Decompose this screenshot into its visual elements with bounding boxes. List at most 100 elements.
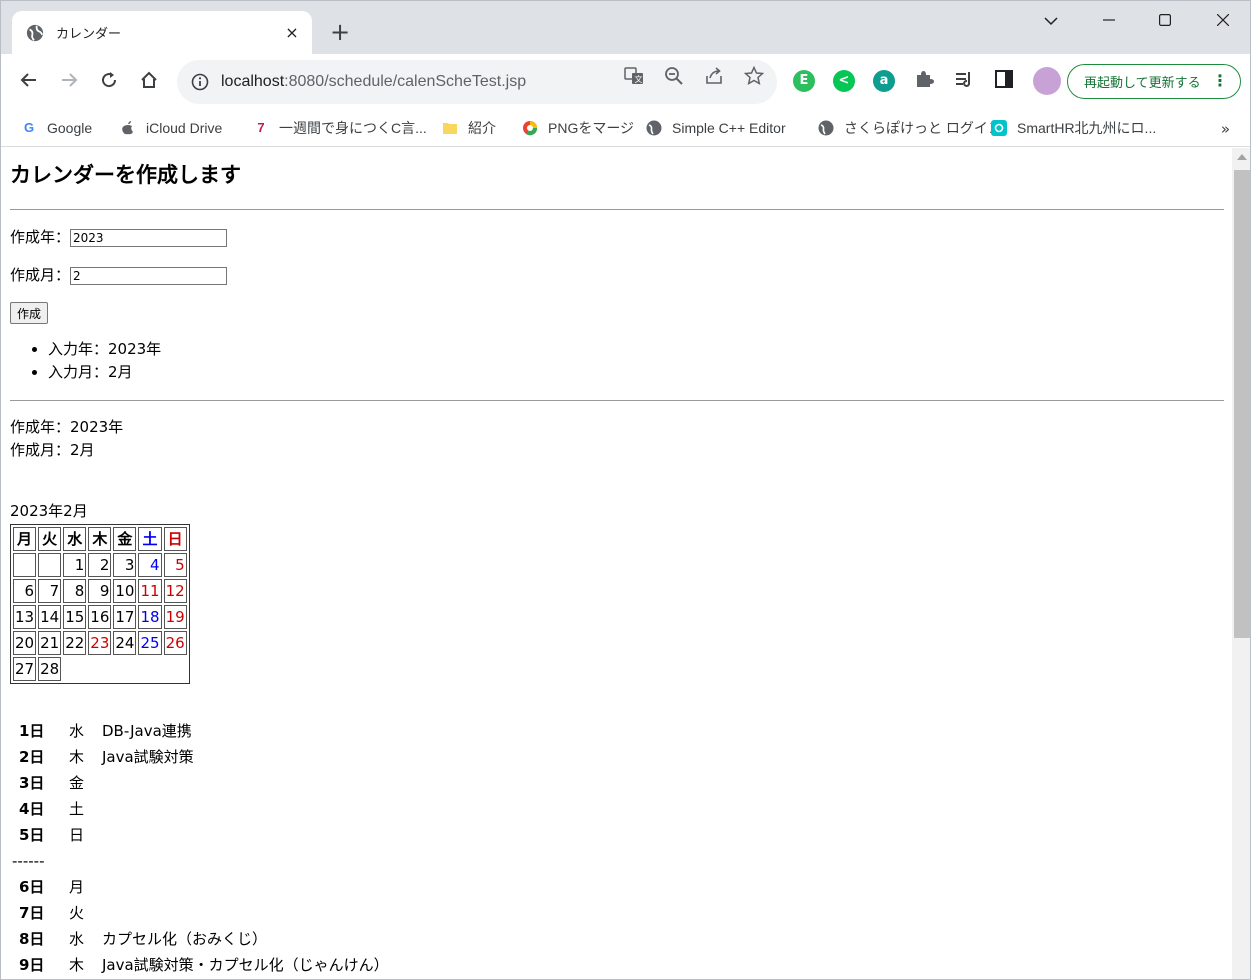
created-year: 作成年：2023年: [10, 418, 124, 436]
schedule-weekday: 木: [69, 748, 85, 766]
profile-avatar[interactable]: [1033, 67, 1061, 95]
reload-icon[interactable]: [95, 68, 123, 96]
a-extension-icon[interactable]: a: [873, 70, 895, 92]
schedule-text: カプセル化（おみくじ）: [102, 930, 268, 948]
year-row: 作成年：: [10, 227, 228, 247]
divider: [10, 209, 1224, 210]
year-input[interactable]: [70, 228, 228, 247]
calendar-day-cell: 27: [13, 657, 37, 681]
restart-update-button[interactable]: 再起動して更新する ⋮: [1067, 64, 1241, 99]
month-label: 作成月：: [10, 266, 71, 284]
close-tab-icon[interactable]: ×: [282, 23, 302, 42]
new-tab-button[interactable]: +: [327, 19, 353, 45]
site-info-icon[interactable]: [191, 73, 209, 91]
tab-search-icon[interactable]: [1031, 7, 1071, 35]
bookmark-smarthr[interactable]: SmartHR北九州にロ...: [991, 116, 1156, 140]
calendar-week-row: 20 21 22 23 24 25 26: [13, 631, 187, 655]
calendar-table: 月 火 水 木 金 土 日 1 2 3 4 5 6 7 8 9 10 11 12 13 14 15 16 17 1…: [10, 524, 190, 684]
schedule-weekday: 土: [69, 800, 85, 818]
bookmark-icloud[interactable]: iCloud Drive: [120, 116, 222, 140]
share-icon[interactable]: [703, 66, 725, 88]
window-close-icon[interactable]: [1203, 7, 1243, 35]
globe-icon: [26, 24, 44, 41]
evernote-extension-icon[interactable]: E: [793, 70, 815, 92]
calendar-day-cell: [113, 657, 136, 681]
schedule-day: 2日: [19, 748, 45, 766]
schedule-weekday: 金: [69, 774, 85, 792]
calendar-day-cell: 6: [13, 579, 37, 603]
bookmark-simple-cpp[interactable]: Simple C++ Editor: [646, 116, 786, 140]
calendar-day-cell: 5: [163, 553, 187, 577]
page-scrollbar[interactable]: [1232, 148, 1250, 979]
calendar-header-row: 月 火 水 木 金 土 日: [13, 527, 187, 551]
month-input[interactable]: [70, 266, 228, 285]
schedule-weekday: 水: [69, 930, 85, 948]
bookmark-star-icon[interactable]: [743, 65, 765, 88]
calendar-day-cell: 21: [38, 631, 62, 655]
bookmark-google[interactable]: G Google: [21, 116, 92, 140]
svg-text:文: 文: [635, 74, 643, 84]
create-button[interactable]: 作成: [10, 302, 49, 324]
translate-icon[interactable]: 文: [623, 66, 645, 88]
back-icon[interactable]: [15, 68, 43, 96]
scrollbar-thumb[interactable]: [1234, 170, 1250, 638]
calendar-day-cell: [164, 657, 187, 681]
bookmark-c-lang[interactable]: 7 一週間で身につくC言...: [253, 116, 426, 140]
schedule-text: Java試験対策・カプセル化（じゃんけん）: [102, 956, 389, 974]
schedule-weekday: 火: [69, 904, 85, 922]
schedule-day: 3日: [19, 774, 45, 792]
extensions-puzzle-icon[interactable]: [913, 69, 935, 91]
bookmark-folder-intro[interactable]: 紹介: [442, 116, 496, 140]
calendar-day-cell: 18: [138, 605, 162, 629]
calendar-day-cell: 13: [13, 605, 37, 629]
header-wed: 水: [63, 527, 87, 551]
bookmark-sakura[interactable]: さくらぽけっと ログイン: [818, 116, 1002, 140]
calendar-day-cell: 2: [88, 553, 112, 577]
forward-icon[interactable]: [55, 68, 83, 96]
schedule-day: 6日: [19, 878, 45, 896]
month-row: 作成月：: [10, 265, 228, 285]
smarthr-icon: [991, 120, 1007, 136]
calendar-day-cell: 15: [63, 605, 87, 629]
bookmarks-overflow-icon[interactable]: »: [1221, 120, 1230, 138]
schedule-weekday: 月: [69, 878, 85, 896]
input-month-item: 入力月：2月: [48, 361, 161, 384]
schedule-weekday: 水: [69, 722, 85, 740]
scroll-up-icon[interactable]: [1237, 154, 1247, 160]
schedule-day: 9日: [19, 956, 45, 974]
calendar-day-cell: 9: [88, 579, 112, 603]
menu-dots-icon[interactable]: ⋮: [1212, 71, 1228, 90]
calendar-day-cell: 3: [113, 553, 137, 577]
header-tue: 火: [38, 527, 62, 551]
header-sat: 土: [138, 527, 162, 551]
reading-list-icon[interactable]: [953, 69, 975, 91]
calendar-day-cell: 25: [138, 631, 162, 655]
calendar-day-cell: 23: [88, 631, 112, 655]
side-panel-icon[interactable]: [993, 69, 1015, 91]
calendar-day-cell: 8: [63, 579, 87, 603]
calendar-day-cell: 20: [13, 631, 37, 655]
header-fri: 金: [113, 527, 137, 551]
url-text: localhost:8080/schedule/calenScheTest.js…: [221, 73, 527, 90]
header-sun: 日: [163, 527, 187, 551]
apple-icon: [122, 121, 133, 135]
schedule-day: 7日: [19, 904, 45, 922]
calendar-week-row: 13 14 15 16 17 18 19: [13, 605, 187, 629]
share-extension-icon[interactable]: <: [833, 70, 855, 92]
schedule-day: 4日: [19, 800, 45, 818]
bookmark-png-merge[interactable]: PNGをマージ: [522, 116, 634, 140]
page-viewport: カレンダーを作成します 作成年： 作成月： 作成 入力年：2023年 入力月：2…: [1, 148, 1232, 979]
tab-calendar[interactable]: カレンダー ×: [12, 11, 312, 54]
maximize-icon[interactable]: [1145, 7, 1185, 35]
calendar-week-row: 12345: [13, 553, 187, 577]
calendar-day-cell: 14: [38, 605, 62, 629]
home-icon[interactable]: [135, 68, 163, 96]
schedule-text: Java試験対策: [102, 748, 194, 766]
minimize-icon[interactable]: [1089, 7, 1129, 35]
calendar-day-cell: 16: [88, 605, 112, 629]
calendar-day-cell: [63, 657, 86, 681]
calendar-day-cell: [13, 553, 37, 577]
address-bar[interactable]: localhost:8080/schedule/calenScheTest.js…: [177, 60, 777, 104]
zoom-out-icon[interactable]: [663, 66, 685, 88]
calendar-week-row: 27 28: [13, 657, 187, 681]
